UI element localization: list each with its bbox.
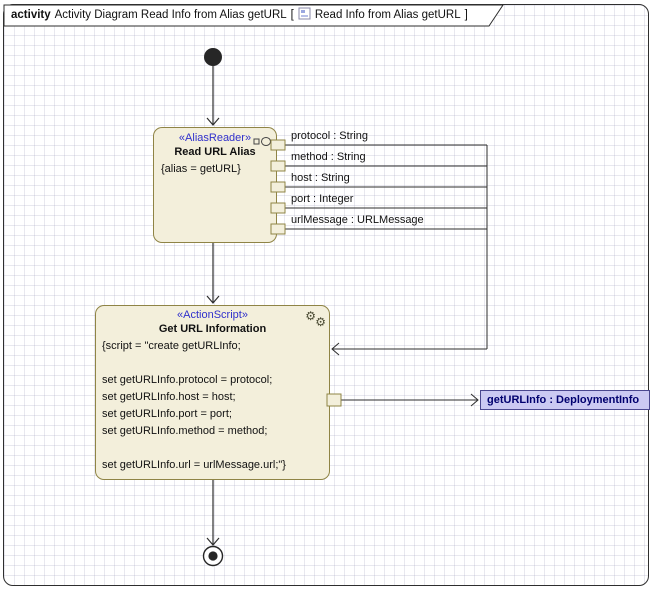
frame-title-open-bracket: [ xyxy=(291,9,294,21)
diagram-icon xyxy=(298,7,311,23)
frame-title-name: Activity Diagram Read Info from Alias ge… xyxy=(55,9,287,21)
frame-title-ref: Read Info from Alias getURL xyxy=(315,9,461,21)
frame-title-close-bracket: ] xyxy=(465,9,468,21)
diagram-overlay xyxy=(0,0,653,590)
pin-label-urlmessage: urlMessage : URLMessage xyxy=(291,214,424,226)
pin-geturlinfo-output[interactable] xyxy=(327,394,341,406)
pin-label-port: port : Integer xyxy=(291,193,353,205)
pin-label-method: method : String xyxy=(291,151,366,163)
pin-port[interactable] xyxy=(271,203,285,213)
pin-label-host: host : String xyxy=(291,172,350,184)
frame-title-keyword: activity xyxy=(11,9,51,21)
initial-node[interactable] xyxy=(204,48,222,66)
pin-method[interactable] xyxy=(271,161,285,171)
activity-diagram-canvas: «AliasReader» Read URL Alias {alias = ge… xyxy=(0,0,653,590)
pin-host[interactable] xyxy=(271,182,285,192)
frame-title: activity Activity Diagram Read Info from… xyxy=(11,7,468,23)
pin-protocol[interactable] xyxy=(271,140,285,150)
final-node-core xyxy=(208,551,217,560)
pin-urlmessage[interactable] xyxy=(271,224,285,234)
pin-label-protocol: protocol : String xyxy=(291,130,368,142)
